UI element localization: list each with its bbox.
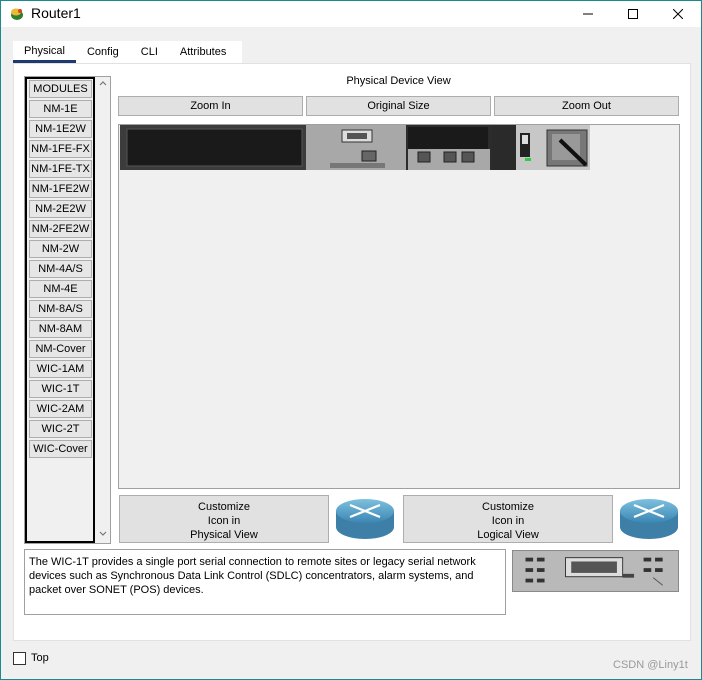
tab-strip: Physical Config CLI Attributes (13, 41, 238, 63)
module-item[interactable]: NM-1E2W (29, 120, 92, 138)
wic-1t-module-icon (512, 550, 679, 592)
module-item[interactable]: WIC-2AM (29, 400, 92, 418)
scrollbar-arrows-icon (99, 81, 107, 536)
minimize-button[interactable] (565, 1, 611, 27)
module-item[interactable]: NM-2W (29, 240, 92, 258)
module-item[interactable]: WIC-Cover (29, 440, 92, 458)
module-item[interactable]: NM-2E2W (29, 200, 92, 218)
title-bar: Router1 (1, 1, 701, 27)
physical-device-view (118, 124, 680, 489)
top-checkbox[interactable] (13, 652, 26, 665)
module-item[interactable]: NM-8A/S (29, 300, 92, 318)
module-item[interactable]: NM-8AM (29, 320, 92, 338)
customize-logical-icon-button[interactable]: Customize Icon in Logical View (403, 495, 613, 543)
original-size-button[interactable]: Original Size (306, 96, 491, 116)
window-title: Router1 (31, 5, 81, 21)
tab-attributes[interactable]: Attributes (168, 41, 238, 63)
zoom-out-button[interactable]: Zoom Out (494, 96, 679, 116)
router-window: Router1 Physical Config CLI Attributes M… (0, 0, 702, 680)
customize-physical-line-1: Customize (198, 501, 250, 513)
module-item[interactable]: NM-1E (29, 100, 92, 118)
customize-physical-icon-button[interactable]: Customize Icon in Physical View (119, 495, 329, 543)
packet-tracer-icon (11, 8, 23, 20)
customize-physical-line-3: Physical View (190, 529, 258, 541)
module-item[interactable]: NM-1FE2W (29, 180, 92, 198)
customize-physical-line-2: Icon in (207, 515, 241, 527)
router-icon (336, 499, 394, 539)
customize-logical-line-3: Logical View (477, 529, 539, 541)
module-description: The WIC-1T provides a single port serial… (24, 549, 506, 615)
minimize-icon (583, 13, 593, 15)
module-item[interactable]: NM-4E (29, 280, 92, 298)
modules-list: MODULES NM-1E NM-1E2W NM-1FE-FX NM-1FE-TX NM-… (25, 77, 95, 543)
module-item[interactable]: NM-2FE2W (29, 220, 92, 238)
modules-scrollbar[interactable] (96, 77, 110, 543)
router-chassis-image (120, 125, 590, 170)
tab-cli[interactable]: CLI (129, 41, 169, 63)
close-button[interactable] (655, 1, 701, 27)
watermark: CSDN @Liny1t (613, 659, 688, 671)
module-item[interactable]: NM-1FE-TX (29, 160, 92, 178)
maximize-button[interactable] (610, 1, 656, 27)
customize-logical-line-1: Customize (482, 501, 534, 513)
customize-logical-line-2: Icon in (491, 515, 525, 527)
physical-device-view-title: Physical Device View (346, 75, 451, 87)
close-icon (673, 9, 683, 19)
modules-list-box: MODULES NM-1E NM-1E2W NM-1FE-FX NM-1FE-TX NM-… (24, 76, 111, 544)
module-item[interactable]: NM-1FE-FX (29, 140, 92, 158)
module-item[interactable]: NM-4A/S (29, 260, 92, 278)
router-icon (620, 499, 678, 539)
module-item[interactable]: WIC-1T (29, 380, 92, 398)
zoom-in-button[interactable]: Zoom In (118, 96, 303, 116)
modules-header[interactable]: MODULES (29, 80, 92, 98)
maximize-icon (628, 9, 638, 19)
tab-config[interactable]: Config (75, 41, 130, 63)
module-item[interactable]: NM-Cover (29, 340, 92, 358)
module-item[interactable]: WIC-1AM (29, 360, 92, 378)
top-checkbox-label: Top (31, 652, 49, 664)
tab-physical[interactable]: Physical (13, 41, 76, 63)
module-item[interactable]: WIC-2T (29, 420, 92, 438)
